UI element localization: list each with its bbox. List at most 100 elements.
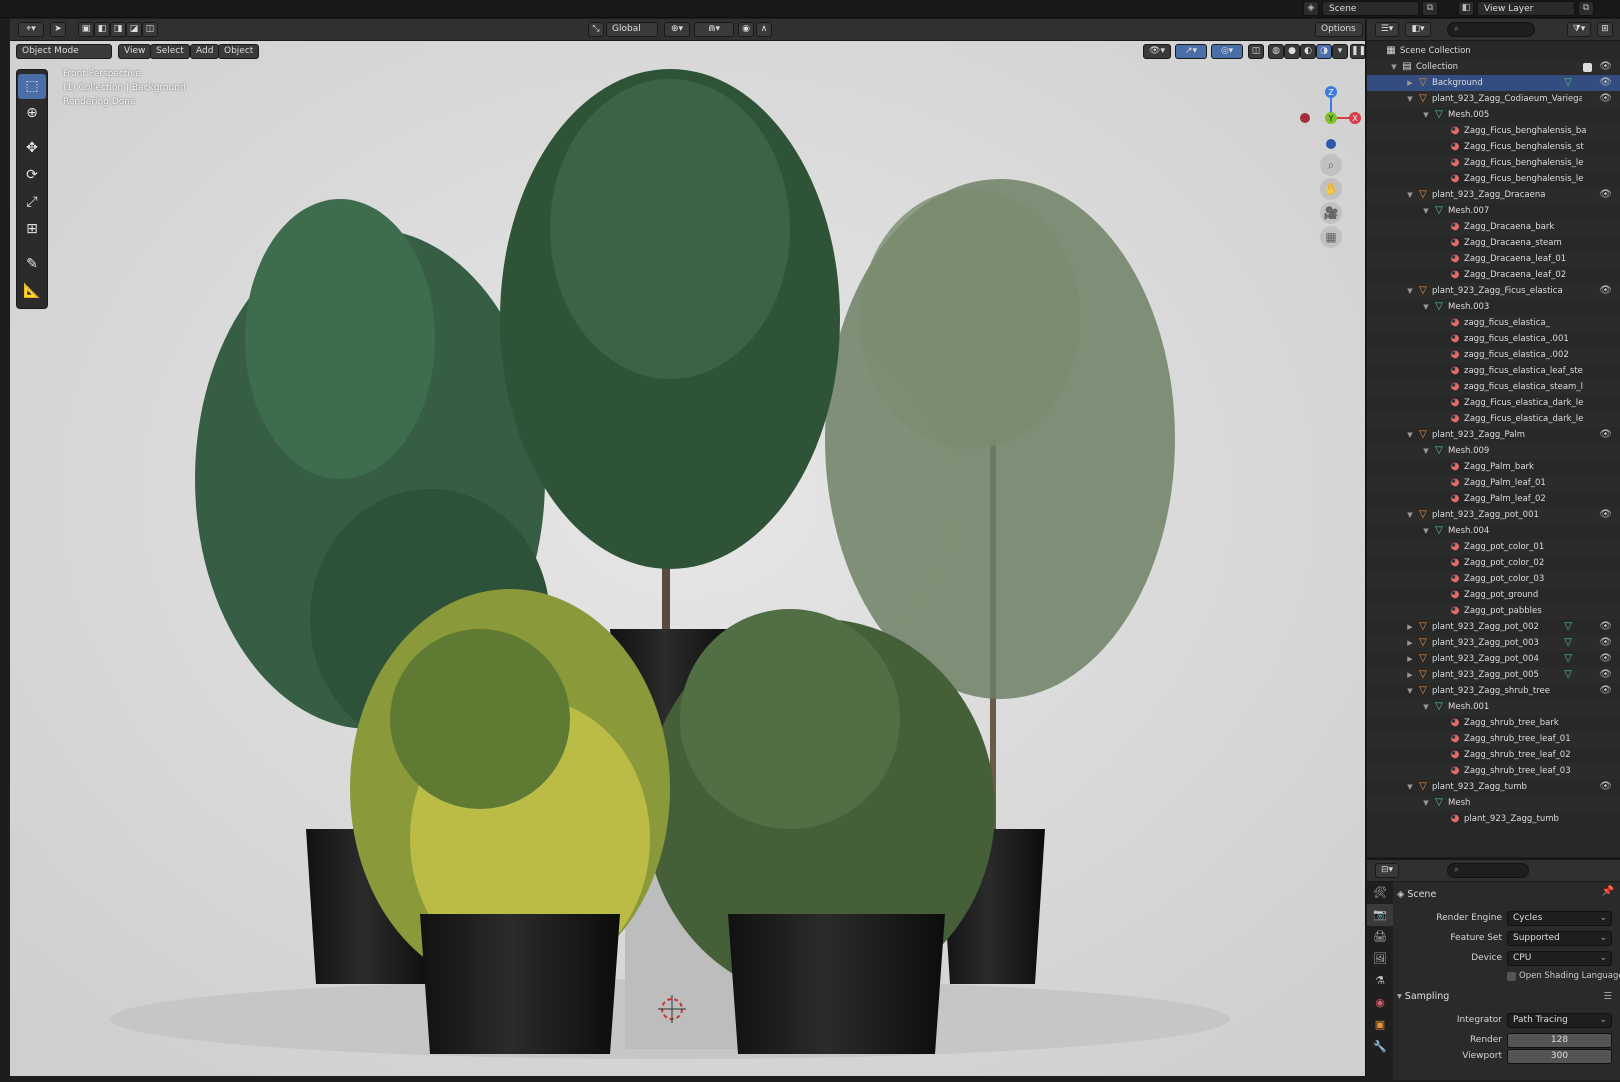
select-box-mode-icon[interactable]: ▣	[78, 22, 94, 37]
falloff-icon[interactable]: ∧	[756, 22, 772, 37]
visibility-eye-icon[interactable]: 👁	[1599, 507, 1612, 523]
view-layer-selector[interactable]: View Layer	[1477, 1, 1575, 16]
visibility-eye-icon[interactable]: 👁	[1599, 187, 1612, 203]
properties-editor-type-icon[interactable]: ⊟▾	[1375, 863, 1399, 878]
transform-orientation-icon[interactable]: ⤡	[588, 22, 604, 37]
visibility-eye-icon[interactable]: 👁	[1599, 91, 1612, 107]
mode-dropdown[interactable]: Object Mode	[16, 44, 112, 59]
outliner-row[interactable]: ◕ Zagg_shrub_tree_bark	[1367, 715, 1620, 731]
outliner-row[interactable]: ▼ ▽ plant_923_Zagg_Ficus_elastica 👁	[1367, 283, 1620, 299]
outliner-row[interactable]: ▼ ▽ plant_923_Zagg_shrub_tree 👁	[1367, 683, 1620, 699]
world-tab-icon[interactable]: ◉	[1367, 992, 1393, 1014]
visibility-eye-icon[interactable]: 👁	[1599, 75, 1612, 91]
outliner-row[interactable]: ▼ ▽ Mesh.005	[1367, 107, 1620, 123]
mesh-data-icon[interactable]: ▽	[1564, 619, 1572, 635]
modifier-tab-icon[interactable]: 🔧	[1367, 1036, 1393, 1058]
outliner-row[interactable]: ◕ Zagg_Ficus_benghalensis_ba	[1367, 123, 1620, 139]
scene-tab-icon[interactable]: ⚗	[1367, 970, 1393, 992]
integrator-dropdown[interactable]: Path Tracing ⌄	[1507, 1013, 1612, 1028]
outliner-row[interactable]: ▶ ▽ plant_923_Zagg_pot_005 ▽ 👁	[1367, 667, 1620, 683]
outliner-row[interactable]: ▦ Scene Collection	[1367, 43, 1620, 59]
scene-selector[interactable]: Scene	[1322, 1, 1419, 16]
visibility-eye-icon[interactable]: 👁	[1599, 779, 1612, 795]
pivot-point-icon[interactable]: ⊕▾	[664, 22, 690, 37]
ortho-grid-icon[interactable]: ▦	[1320, 226, 1342, 248]
display-mode-icon[interactable]: ◧▾	[1405, 22, 1431, 37]
render-tab-icon[interactable]: 📷	[1367, 904, 1393, 926]
viewport-samples-field[interactable]: 300	[1507, 1049, 1612, 1064]
feature-set-dropdown[interactable]: Supported ⌄	[1507, 931, 1612, 946]
proportional-editing-icon[interactable]: ◉	[738, 22, 754, 37]
select-invert-icon[interactable]: ◪	[126, 22, 142, 37]
collapse-arrow-icon[interactable]: ▼	[1405, 283, 1415, 299]
outliner-row[interactable]: ◕ zagg_ficus_elastica_.001	[1367, 331, 1620, 347]
3d-viewport[interactable]: ⌖▾ ➤ ▣ ◧ ◨ ◪ ◫ ⤡ Global ⊕▾ ⋒▾ ◉ ∧ Option…	[10, 19, 1366, 1076]
outliner-row[interactable]: ▼ ▽ Mesh.003	[1367, 299, 1620, 315]
outliner-row[interactable]: ▶ ▽ plant_923_Zagg_pot_003 ▽ 👁	[1367, 635, 1620, 651]
collapse-arrow-icon[interactable]: ▼	[1421, 795, 1431, 811]
outliner-row[interactable]: ◕ Zagg_Ficus_benghalensis_le	[1367, 171, 1620, 187]
axis-gizmo[interactable]: Z Y X	[1285, 64, 1365, 154]
object-menu[interactable]: Object	[218, 44, 260, 59]
collapse-arrow-icon[interactable]: ▼	[1389, 59, 1399, 75]
navigation-gizmo[interactable]: Z Y X ⌕ ✋ 🎥 ▦	[1285, 64, 1365, 248]
outliner-row[interactable]: ◕ Zagg_Dracaena_bark	[1367, 219, 1620, 235]
filter-icon[interactable]: ⧩▾	[1567, 22, 1591, 37]
outliner-row[interactable]: ▼ ▽ plant_923_Zagg_Palm 👁	[1367, 427, 1620, 443]
add-menu[interactable]: Add	[190, 44, 220, 59]
visibility-eye-icon[interactable]: 👁	[1599, 427, 1612, 443]
visibility-eye-icon[interactable]: 👁	[1599, 667, 1612, 683]
render-engine-dropdown[interactable]: Cycles ⌄	[1507, 911, 1612, 926]
select-menu[interactable]: Select	[150, 44, 190, 59]
move-tool[interactable]: ✥	[18, 136, 46, 161]
collapse-arrow-icon[interactable]: ▼	[1405, 779, 1415, 795]
outliner-row[interactable]: ◕ Zagg_Ficus_elastica_dark_le	[1367, 411, 1620, 427]
visibility-eye-icon[interactable]: 👁	[1599, 283, 1612, 299]
object-tab-icon[interactable]: ▣	[1367, 1014, 1393, 1036]
visibility-eye-icon[interactable]: 👁	[1599, 635, 1612, 651]
outliner-row[interactable]: ▼ ▤ Collection 👁	[1367, 59, 1620, 75]
outliner-row[interactable]: ▶ ▽ plant_923_Zagg_pot_004 ▽ 👁	[1367, 651, 1620, 667]
collapse-arrow-icon[interactable]: ▼	[1405, 187, 1415, 203]
outliner-row[interactable]: ▶ ▽ plant_923_Zagg_pot_002 ▽ 👁	[1367, 619, 1620, 635]
rotate-tool[interactable]: ⟳	[18, 163, 46, 188]
collapse-arrow-icon[interactable]: ▼	[1421, 443, 1431, 459]
collapse-arrow-icon[interactable]: ▼	[1421, 203, 1431, 219]
visibility-eye-icon[interactable]: 👁	[1599, 651, 1612, 667]
mesh-data-icon[interactable]: ▽	[1564, 651, 1572, 667]
options-dropdown[interactable]: Options	[1315, 22, 1363, 37]
expand-arrow-icon[interactable]: ▶	[1405, 75, 1415, 91]
outliner-row[interactable]: ▼ ▽ Mesh.007	[1367, 203, 1620, 219]
visibility-eye-icon[interactable]: 👁	[1599, 59, 1612, 75]
outliner-row[interactable]: ◕ zagg_ficus_elastica_	[1367, 315, 1620, 331]
snap-icon[interactable]: ⋒▾	[694, 22, 734, 37]
view-menu[interactable]: View	[118, 44, 152, 59]
outliner-row[interactable]: ▼ ▽ plant_923_Zagg_tumb 👁	[1367, 779, 1620, 795]
cursor-tool[interactable]: ⊕	[18, 101, 46, 126]
select-tool-icon[interactable]: ➤	[50, 22, 66, 37]
pin-icon[interactable]: 📌	[1602, 886, 1614, 897]
outliner-row[interactable]: ▼ ▽ plant_923_Zagg_Codiaeum_Variega 👁	[1367, 91, 1620, 107]
select-box-tool[interactable]: ⬚	[18, 74, 46, 99]
collapse-arrow-icon[interactable]: ▼	[1405, 91, 1415, 107]
select-extend-icon[interactable]: ◧	[94, 22, 110, 37]
collapse-arrow-icon[interactable]: ▼	[1405, 427, 1415, 443]
gizmo-toggle-icon[interactable]: ↗▾	[1175, 44, 1207, 59]
mesh-data-icon[interactable]: ▽	[1564, 667, 1572, 683]
view-layer-tab-icon[interactable]: 🖼	[1367, 948, 1393, 970]
sampling-section-header[interactable]: ▾ Sampling ☰	[1397, 988, 1616, 1006]
rendered-shading-icon[interactable]: ◑	[1316, 44, 1332, 59]
select-subtract-icon[interactable]: ◨	[110, 22, 126, 37]
outliner-row[interactable]: ▼ ▽ Mesh.004	[1367, 523, 1620, 539]
outliner-row[interactable]: ◕ zagg_ficus_elastica_.002	[1367, 347, 1620, 363]
outliner-row[interactable]: ▶ ▽ Background ▽ 👁	[1367, 75, 1620, 91]
outliner-row[interactable]: ◕ Zagg_Dracaena_leaf_01	[1367, 251, 1620, 267]
collapse-arrow-icon[interactable]: ▼	[1421, 299, 1431, 315]
visibility-icon[interactable]: 👁▾	[1143, 44, 1171, 59]
outliner-row[interactable]: ▼ ▽ Mesh.009	[1367, 443, 1620, 459]
collapse-arrow-icon[interactable]: ▼	[1421, 523, 1431, 539]
transform-tool[interactable]: ⊞	[18, 217, 46, 242]
outliner-row[interactable]: ◕ Zagg_Ficus_elastica_dark_le	[1367, 395, 1620, 411]
outliner-row[interactable]: ◕ Zagg_Palm_leaf_01	[1367, 475, 1620, 491]
outliner-row[interactable]: ◕ Zagg_shrub_tree_leaf_03	[1367, 763, 1620, 779]
